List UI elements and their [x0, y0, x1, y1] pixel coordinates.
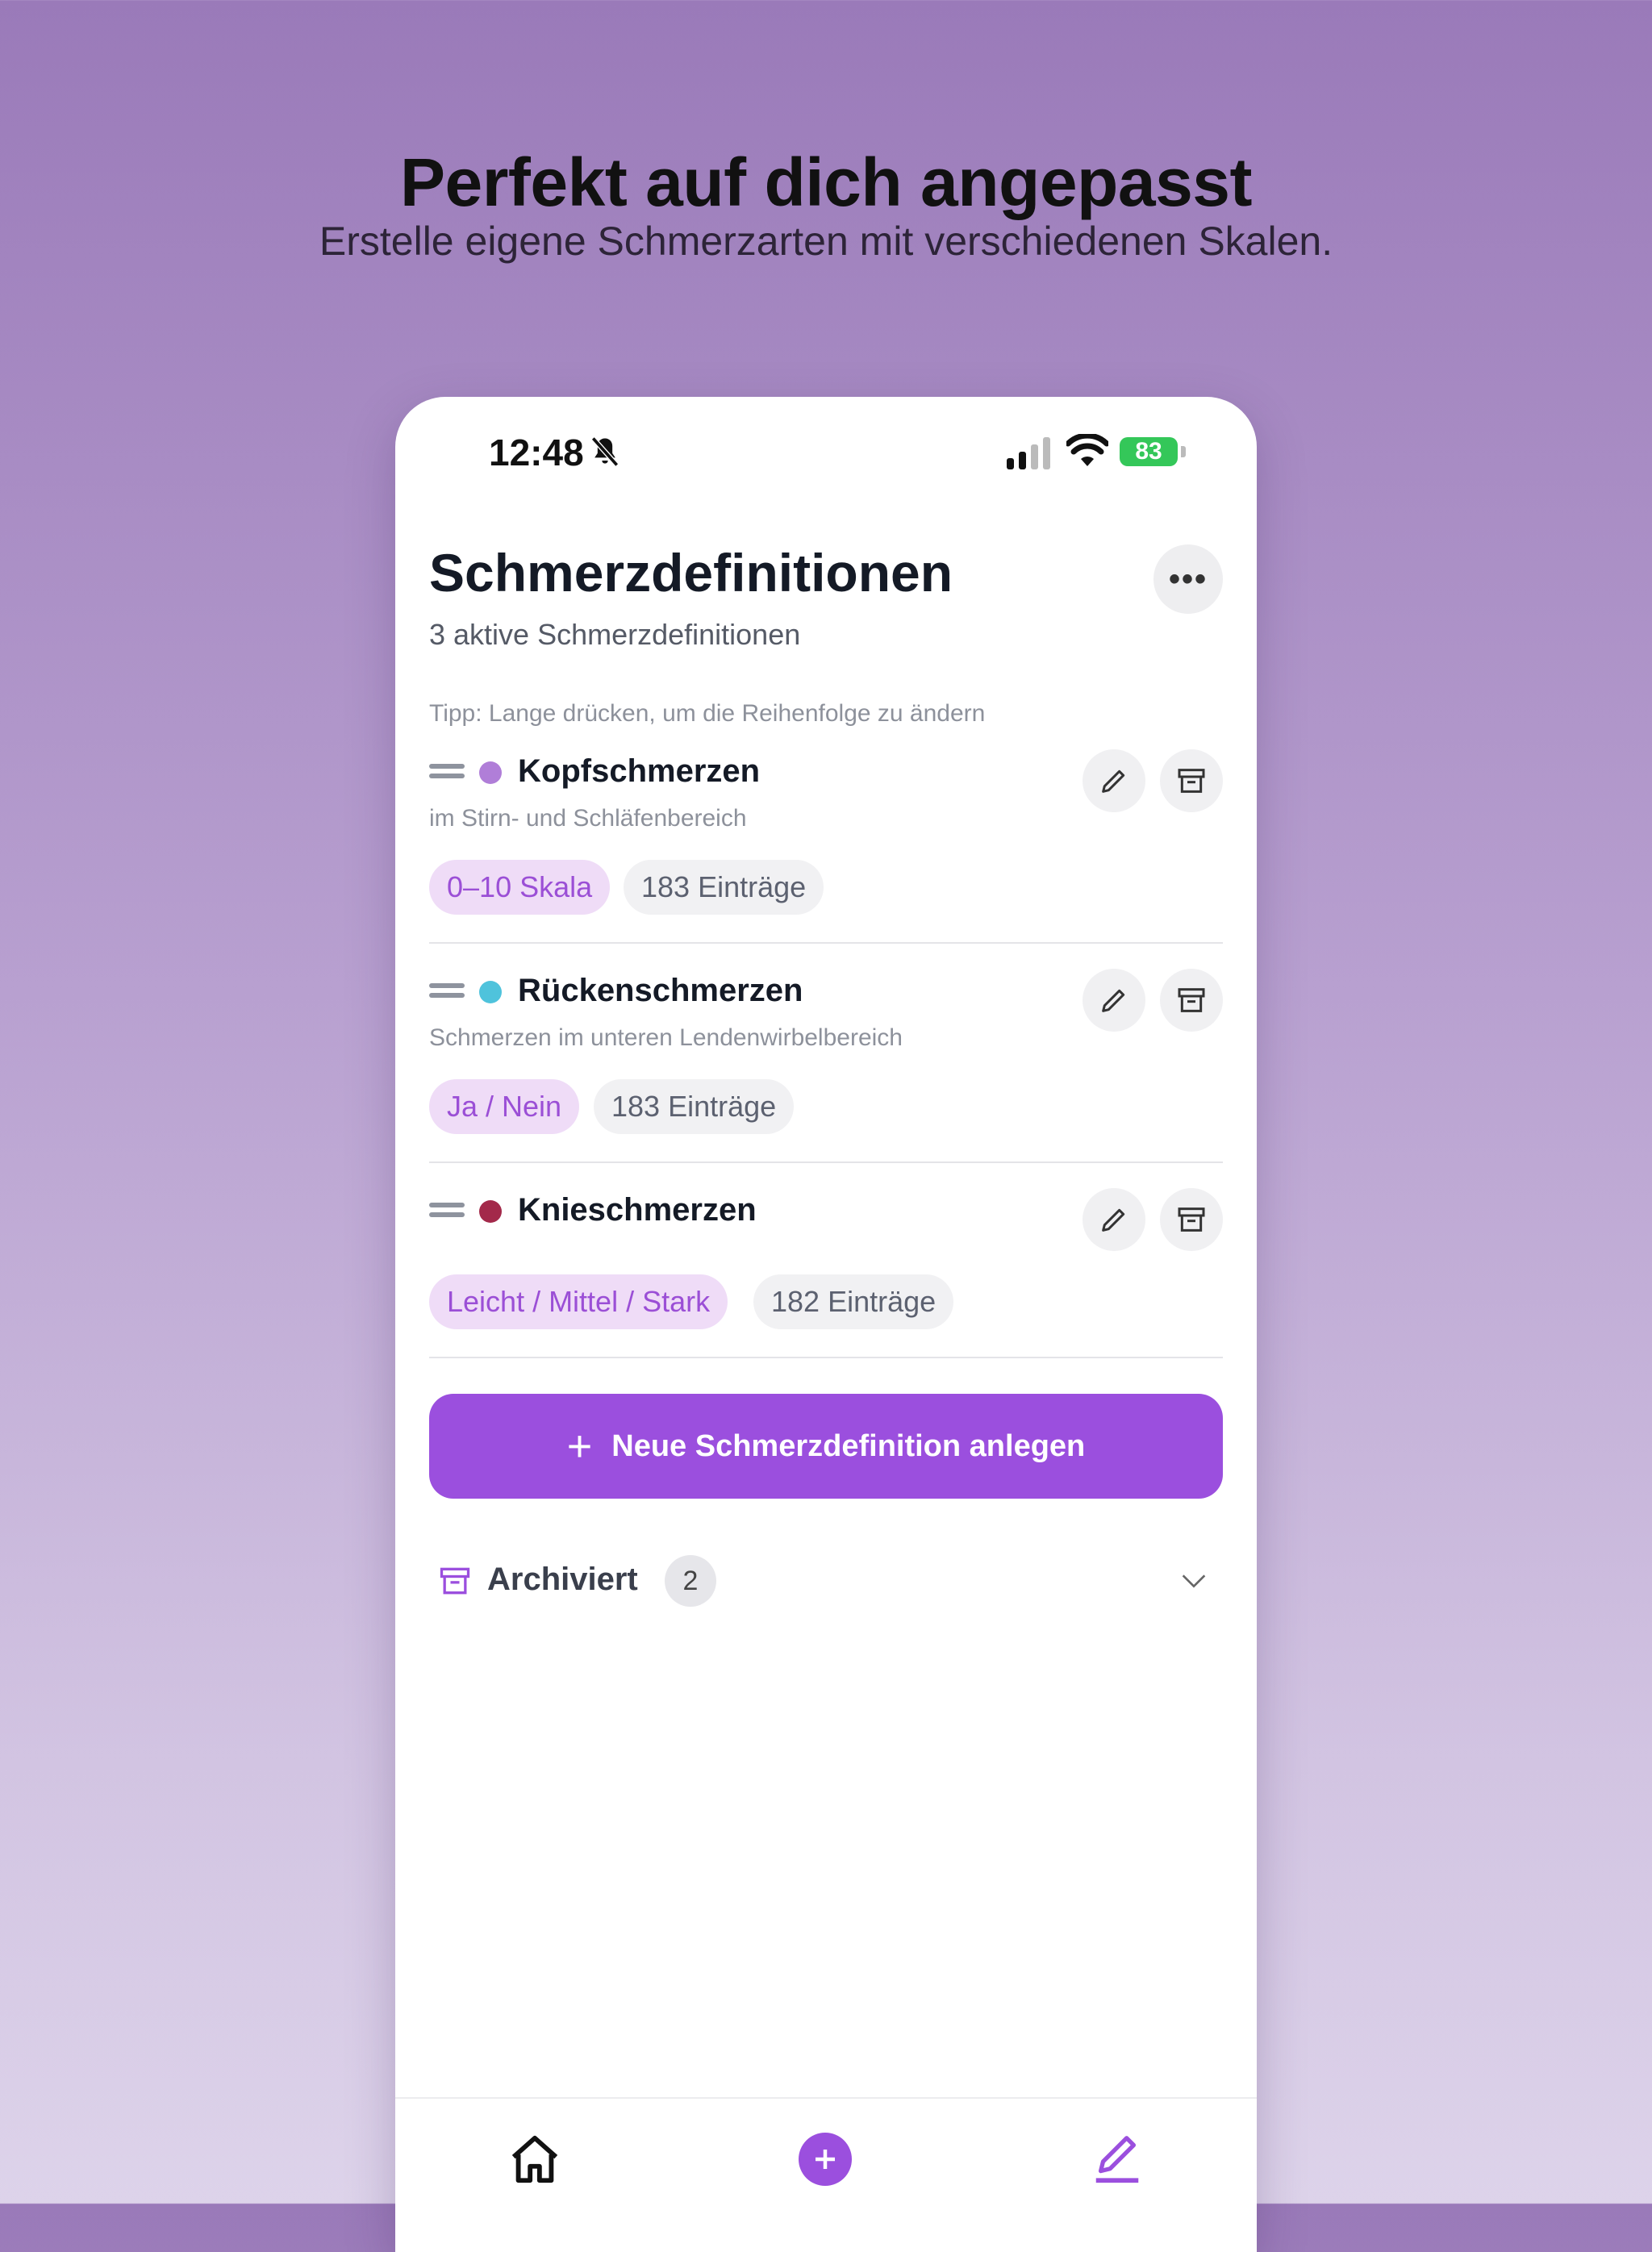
more-options-button[interactable]: ••• [1153, 544, 1223, 614]
battery-level: 83 [1120, 437, 1178, 466]
pencil-icon [1095, 2136, 1139, 2183]
phone-screen: 12:48 83 Schmerzdefinitionen ••• 3 aktiv… [395, 397, 1257, 2252]
cellular-signal-icon [1007, 437, 1050, 469]
archive-box-icon [1178, 769, 1205, 793]
status-time: 12:48 [489, 432, 584, 473]
archived-label: Archiviert [487, 1562, 638, 1597]
more-icon: ••• [1168, 561, 1208, 597]
archived-count-badge: 2 [665, 1555, 716, 1607]
definition-name: Knieschmerzen [518, 1192, 757, 1228]
bell-muted-icon [590, 436, 620, 467]
archive-button[interactable] [1160, 969, 1223, 1032]
battery-tip [1181, 446, 1186, 457]
promo-subheadline: Erstelle eigene Schmerzarten mit verschi… [319, 219, 1333, 264]
pencil-icon [1102, 989, 1125, 1012]
home-icon [511, 2135, 558, 2183]
tab-home[interactable] [507, 2131, 563, 2187]
divider [429, 942, 1223, 944]
pencil-icon [1102, 1208, 1125, 1232]
definition-description: Schmerzen im unteren Lendenwirbelbereich [429, 1024, 903, 1051]
plus-icon: + [566, 1422, 593, 1470]
archive-box-icon [440, 1567, 470, 1595]
reorder-tip: Tipp: Lange drücken, um die Reihenfolge … [429, 700, 986, 727]
drag-handle-icon[interactable] [429, 982, 465, 999]
page-title: Schmerzdefinitionen [429, 543, 953, 603]
edit-button[interactable] [1083, 1188, 1145, 1251]
entries-chip: 183 Einträge [624, 860, 824, 915]
tab-add[interactable] [799, 2133, 852, 2186]
entries-chip: 183 Einträge [594, 1079, 795, 1134]
scale-chip: Leicht / Mittel / Stark [429, 1274, 728, 1329]
edit-button[interactable] [1083, 969, 1145, 1032]
wifi-icon [1066, 434, 1108, 466]
edit-button[interactable] [1083, 749, 1145, 812]
color-dot [479, 1200, 502, 1223]
color-dot [479, 981, 502, 1003]
tab-definitions[interactable] [1089, 2131, 1145, 2187]
archived-section-toggle[interactable]: Archiviert 2 [437, 1549, 1223, 1613]
tab-bar [395, 2097, 1257, 2252]
chevron-down-icon [1182, 1574, 1206, 1588]
archive-box-icon [1178, 988, 1205, 1012]
divider [429, 1161, 1223, 1163]
scale-chip: 0–10 Skala [429, 860, 611, 915]
new-definition-label: Neue Schmerzdefinition anlegen [611, 1428, 1086, 1463]
divider [429, 1357, 1223, 1358]
pencil-icon [1102, 769, 1125, 793]
new-definition-button[interactable]: + Neue Schmerzdefinition anlegen [429, 1394, 1223, 1499]
promo-headline: Perfekt auf dich angepasst [400, 144, 1253, 220]
page-subtitle: 3 aktive Schmerzdefinitionen [429, 618, 801, 651]
drag-handle-icon[interactable] [429, 762, 465, 780]
definition-name: Rückenschmerzen [518, 973, 803, 1008]
archive-box-icon [1178, 1207, 1205, 1232]
scale-chip: Ja / Nein [429, 1079, 580, 1134]
color-dot [479, 761, 502, 784]
drag-handle-icon[interactable] [429, 1201, 465, 1219]
entries-chip: 182 Einträge [753, 1274, 954, 1329]
definition-name: Kopfschmerzen [518, 753, 761, 789]
plus-icon [816, 2150, 835, 2169]
archive-button[interactable] [1160, 1188, 1223, 1251]
definition-description: im Stirn- und Schläfenbereich [429, 805, 747, 832]
archive-button[interactable] [1160, 749, 1223, 812]
